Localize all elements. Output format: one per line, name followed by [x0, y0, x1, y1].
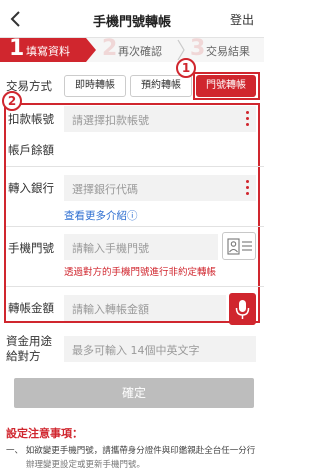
microphone-icon	[235, 300, 250, 319]
phone-input[interactable]: 請輸入手機門號	[64, 234, 218, 260]
divider	[6, 166, 264, 167]
step-indicator: 1 填寫資料 2 再次確認 3 交易結果	[0, 36, 264, 62]
more-options-icon	[246, 180, 250, 196]
phone-warning-text: 透過對方的手機門號進行非約定轉帳	[64, 267, 217, 278]
step-fill-data: 1 填寫資料	[0, 36, 96, 62]
contact-book-button[interactable]	[222, 232, 256, 260]
amount-label: 轉帳金額	[8, 301, 54, 315]
bank-code-placeholder: 選擇銀行代碼	[72, 183, 138, 196]
confirm-button[interactable]: 確定	[14, 378, 254, 408]
divider	[6, 226, 264, 227]
logout-button[interactable]: 登出	[230, 11, 254, 28]
bank-label: 轉入銀行	[8, 181, 54, 195]
step-label: 再次確認	[118, 45, 162, 58]
page-title: 手機門號轉帳	[92, 15, 171, 30]
notice-title: 設定注意事項：	[6, 427, 83, 440]
voice-input-button[interactable]	[229, 293, 256, 325]
more-options-icon	[246, 111, 250, 127]
app-header: 手機門號轉帳 登出	[0, 0, 264, 38]
phone-placeholder: 請輸入手機門號	[72, 242, 149, 255]
highlight-method-box	[193, 72, 260, 100]
step-result: 3 交易結果	[184, 36, 264, 62]
step-number: 3	[190, 36, 206, 61]
bank-code-select[interactable]: 選擇銀行代碼	[64, 175, 256, 201]
debit-account-placeholder: 請選擇扣款帳號	[72, 114, 149, 127]
method-scheduled-button[interactable]: 預約轉帳	[130, 75, 192, 97]
more-info-link[interactable]: 查看更多介紹ⓘ	[64, 208, 138, 223]
step-label: 交易結果	[206, 45, 250, 58]
step-confirm: 2 再次確認	[96, 36, 180, 62]
annotation-badge-2: 2	[2, 91, 22, 111]
balance-label: 帳戶餘額	[8, 143, 54, 157]
step-label: 填寫資料	[26, 45, 70, 58]
method-instant-button[interactable]: 即時轉帳	[64, 75, 126, 97]
step-number: 2	[102, 36, 118, 61]
notice-line-1: 一、 如欲變更手機門號，請攜帶身分證件與印鑑親赴全台任一分行	[6, 446, 256, 456]
debit-account-select[interactable]: 請選擇扣款帳號	[64, 106, 256, 132]
purpose-label-line2: 給對方	[6, 349, 41, 363]
notice-line-2: 辦理變更設定或更新手機門號。	[26, 460, 146, 468]
phone-label: 手機門號	[8, 241, 54, 255]
debit-account-label: 扣款帳號	[8, 112, 54, 126]
step-number: 1	[9, 36, 25, 61]
purpose-placeholder: 最多可輸入 14個中英文字	[72, 344, 200, 357]
divider	[6, 286, 264, 287]
purpose-input[interactable]: 最多可輸入 14個中英文字	[64, 336, 256, 362]
purpose-label-line1: 資金用途	[6, 334, 52, 348]
amount-placeholder: 請輸入轉帳金額	[72, 303, 149, 316]
amount-input[interactable]: 請輸入轉帳金額	[64, 295, 226, 321]
contact-card-icon	[227, 238, 252, 255]
